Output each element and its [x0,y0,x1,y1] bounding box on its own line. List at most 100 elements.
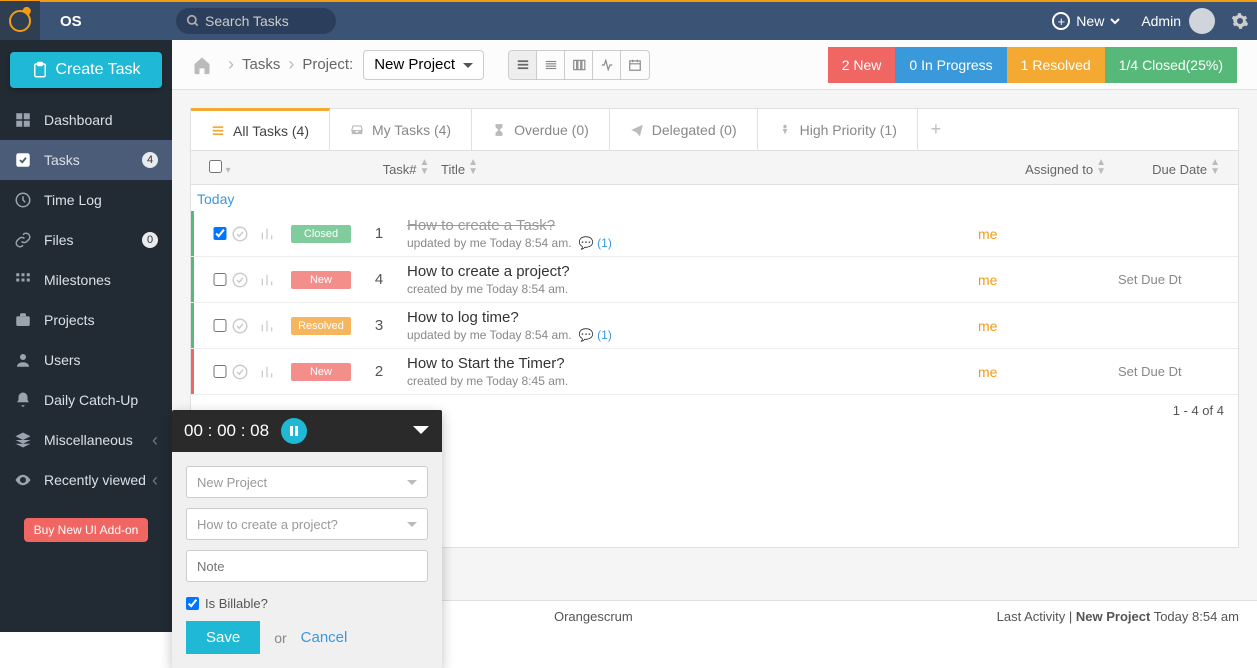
select-all-checkbox[interactable] [209,160,222,173]
chart-icon[interactable] [259,318,275,334]
status-closed[interactable]: 1/4 Closed(25%) [1105,47,1237,83]
sidebar-item-timelog[interactable]: Time Log [0,180,172,220]
task-number: 4 [351,271,407,288]
create-task-button[interactable]: Create Task [10,52,162,88]
chevron-down-icon [1109,15,1121,27]
tab-label: My Tasks (4) [372,122,451,138]
sort-icon: ▲▼ [1210,158,1220,176]
task-assignee[interactable]: me [978,364,1118,380]
task-row[interactable]: Closed 1 How to create a Task?updated by… [191,211,1238,257]
task-assignee[interactable]: me [978,318,1118,334]
tab-my-tasks[interactable]: My Tasks (4) [330,109,472,150]
chart-icon[interactable] [259,272,275,288]
billable-input[interactable] [186,597,199,610]
task-row[interactable]: Resolved 3 How to log time?updated by me… [191,303,1238,349]
status-pill: Closed [291,225,351,243]
project-select[interactable]: New Project [363,50,484,80]
comment-icon[interactable]: 💬 (1) [579,328,612,342]
task-assignee[interactable]: me [978,272,1118,288]
col-due-header[interactable]: Due Date [1152,162,1207,177]
col-task-header[interactable]: Task# [383,162,417,177]
new-button[interactable]: + New [1040,1,1133,41]
task-due[interactable]: Set Due Dt [1118,364,1238,379]
priority-icon [778,123,792,137]
app-logo[interactable] [0,1,40,41]
timer-task-select[interactable]: How to create a project? [186,508,428,540]
sidebar-item-users[interactable]: Users [0,340,172,380]
chart-icon[interactable] [259,364,275,380]
task-meta: created by me Today 8:45 am. [407,374,978,388]
task-meta: updated by me Today 8:54 am. 💬 (1) [407,236,978,250]
tab-all-tasks[interactable]: All Tasks (4) [191,108,330,150]
breadcrumb-tasks[interactable]: Tasks [242,56,280,73]
circle-check-icon[interactable] [231,225,249,243]
list-icon [211,124,225,138]
row-checkbox[interactable] [209,273,231,286]
sidebar-item-label: Daily Catch-Up [44,392,138,408]
view-list-icon[interactable] [509,51,537,79]
status-new[interactable]: 2 New [828,47,896,83]
task-title[interactable]: How to create a Task? [407,217,978,234]
tab-delegated[interactable]: Delegated (0) [610,109,758,150]
comment-icon[interactable]: 💬 (1) [579,236,612,250]
view-activity-icon[interactable] [593,51,621,79]
col-title-header[interactable]: Title [441,162,465,177]
task-title[interactable]: How to log time? [407,309,978,326]
status-progress[interactable]: 0 In Progress [895,47,1006,83]
collapse-icon[interactable] [412,421,430,441]
group-today: Today [191,185,1238,211]
task-row[interactable]: New 4 How to create a project?created by… [191,257,1238,303]
search-input[interactable]: Search Tasks [176,8,336,34]
sidebar-item-label: Files [44,232,74,248]
pause-button[interactable] [281,418,307,444]
tab-overdue[interactable]: Overdue (0) [472,109,610,150]
add-tab-button[interactable]: + [918,109,954,150]
status-resolved[interactable]: 1 Resolved [1007,47,1105,83]
user-icon [14,351,32,369]
milestone-icon [14,271,32,289]
chart-icon[interactable] [259,226,275,242]
user-menu[interactable]: Admin [1133,1,1223,41]
billable-checkbox[interactable]: Is Billable? [186,596,428,611]
plus-icon: + [1052,12,1070,30]
briefcase-icon [14,311,32,329]
chevron-down-icon[interactable]: ▾ [226,165,231,176]
gear-icon[interactable] [1231,12,1249,30]
sidebar-item-misc[interactable]: Miscellaneous‹ [0,420,172,460]
view-kanban-icon[interactable] [565,51,593,79]
row-checkbox[interactable] [209,319,231,332]
sidebar-item-files[interactable]: Files0 [0,220,172,260]
sidebar-item-label: Projects [44,312,95,328]
col-assigned-header[interactable]: Assigned to [1025,162,1093,177]
view-calendar-icon[interactable] [621,51,649,79]
task-title[interactable]: How to Start the Timer? [407,355,978,372]
breadcrumb-sep: › [228,54,234,75]
tab-high-priority[interactable]: High Priority (1) [758,109,918,150]
sidebar-item-label: Tasks [44,152,80,168]
sidebar-item-dailycatchup[interactable]: Daily Catch-Up [0,380,172,420]
view-compact-icon[interactable] [537,51,565,79]
save-button[interactable]: Save [186,621,260,654]
home-icon[interactable] [192,55,212,75]
tab-label: Overdue (0) [514,122,589,138]
sidebar-item-tasks[interactable]: Tasks4 [0,140,172,180]
task-meta: created by me Today 8:54 am. [407,282,978,296]
task-title[interactable]: How to create a project? [407,263,978,280]
row-checkbox[interactable] [209,227,231,240]
row-checkbox[interactable] [209,365,231,378]
buy-addon-button[interactable]: Buy New UI Add-on [24,518,149,542]
sidebar-item-recent[interactable]: Recently viewed‹ [0,460,172,500]
task-assignee[interactable]: me [978,226,1118,242]
circle-check-icon[interactable] [231,271,249,289]
circle-check-icon[interactable] [231,363,249,381]
task-row[interactable]: New 2 How to Start the Timer?created by … [191,349,1238,395]
circle-check-icon[interactable] [231,317,249,335]
sidebar-item-milestones[interactable]: Milestones [0,260,172,300]
hourglass-icon [492,123,506,137]
sidebar-item-projects[interactable]: Projects [0,300,172,340]
timer-project-select[interactable]: New Project [186,466,428,498]
timer-note-input[interactable] [186,550,428,582]
bell-icon [14,391,32,409]
sidebar-item-dashboard[interactable]: Dashboard [0,100,172,140]
task-due[interactable]: Set Due Dt [1118,272,1238,287]
